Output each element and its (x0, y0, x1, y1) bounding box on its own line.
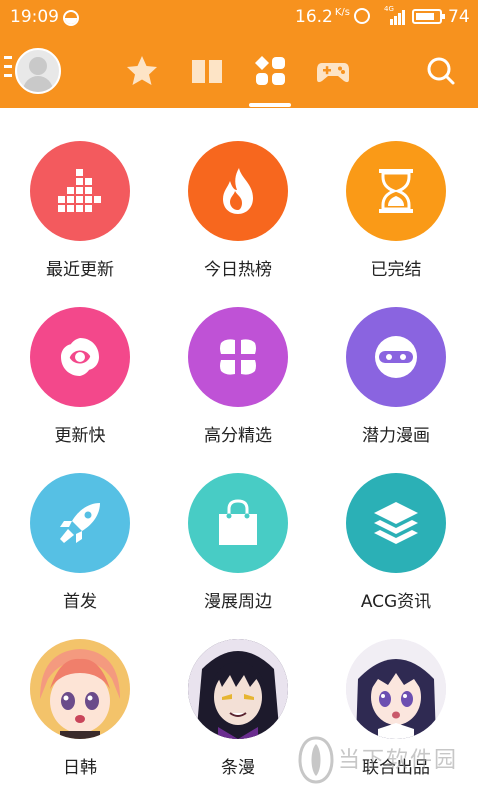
category-label: 条漫 (221, 758, 255, 778)
signal-icon: 4G (384, 5, 406, 25)
blocks-icon (30, 141, 130, 241)
network-speed: 16.2 K/s (295, 7, 350, 27)
category-label: 已完结 (370, 260, 422, 280)
battery-icon (412, 9, 445, 24)
shopping-bag-icon (188, 473, 288, 573)
category-strip-comics[interactable]: 条漫 (167, 639, 307, 789)
flower-icon (188, 307, 288, 407)
category-recent-updates[interactable]: 最近更新 (9, 141, 149, 291)
star-icon[interactable] (125, 54, 159, 88)
hourglass-icon (346, 141, 446, 241)
anime-portrait (30, 639, 130, 739)
category-acg-news[interactable]: ACG资讯 (325, 473, 465, 623)
anime-portrait (346, 639, 446, 739)
status-time: 19:09 (10, 7, 59, 27)
moon-icon (63, 10, 79, 26)
rocket-icon (30, 473, 130, 573)
category-fast-update[interactable]: 更新快 (9, 307, 149, 457)
category-label: 漫展周边 (204, 592, 272, 612)
category-high-score[interactable]: 高分精选 (167, 307, 307, 457)
active-tab-indicator (249, 103, 291, 107)
app-header: 19:09 16.2 K/s 4G 74 (0, 0, 478, 108)
search-icon[interactable] (424, 54, 458, 88)
status-bar: 19:09 16.2 K/s 4G 74 (0, 0, 478, 36)
category-today-hot[interactable]: 今日热榜 (167, 141, 307, 291)
watermark-logo-icon (298, 736, 334, 784)
swirl-icon (30, 307, 130, 407)
category-label: 最近更新 (46, 260, 114, 280)
menu-icon[interactable] (4, 56, 12, 78)
category-completed[interactable]: 已完结 (325, 141, 465, 291)
category-label: ACG资讯 (360, 592, 432, 612)
category-label: 高分精选 (204, 426, 272, 446)
category-potential[interactable]: 潜力漫画 (325, 307, 465, 457)
category-label: 今日热榜 (204, 260, 272, 280)
category-first-release[interactable]: 首发 (9, 473, 149, 623)
category-expo-merch[interactable]: 漫展周边 (167, 473, 307, 623)
category-label: 更新快 (54, 426, 106, 446)
top-nav (0, 36, 478, 108)
battery-level: 74 (448, 7, 470, 27)
layers-icon (346, 473, 446, 573)
category-label: 日韩 (63, 758, 97, 778)
anime-portrait (188, 639, 288, 739)
grid-icon[interactable] (253, 54, 287, 88)
category-japan-korea[interactable]: 日韩 (9, 639, 149, 789)
category-label: 潜力漫画 (362, 426, 430, 446)
flame-icon (188, 141, 288, 241)
category-label: 首发 (63, 592, 97, 612)
watermark-text: 当下软件园 (338, 748, 459, 773)
book-icon[interactable] (190, 54, 224, 88)
gamepad-icon[interactable] (316, 54, 350, 88)
avatar[interactable] (15, 48, 61, 94)
watermark: 当下软件园 (298, 736, 478, 786)
alarm-icon (354, 8, 370, 24)
ninja-icon (346, 307, 446, 407)
